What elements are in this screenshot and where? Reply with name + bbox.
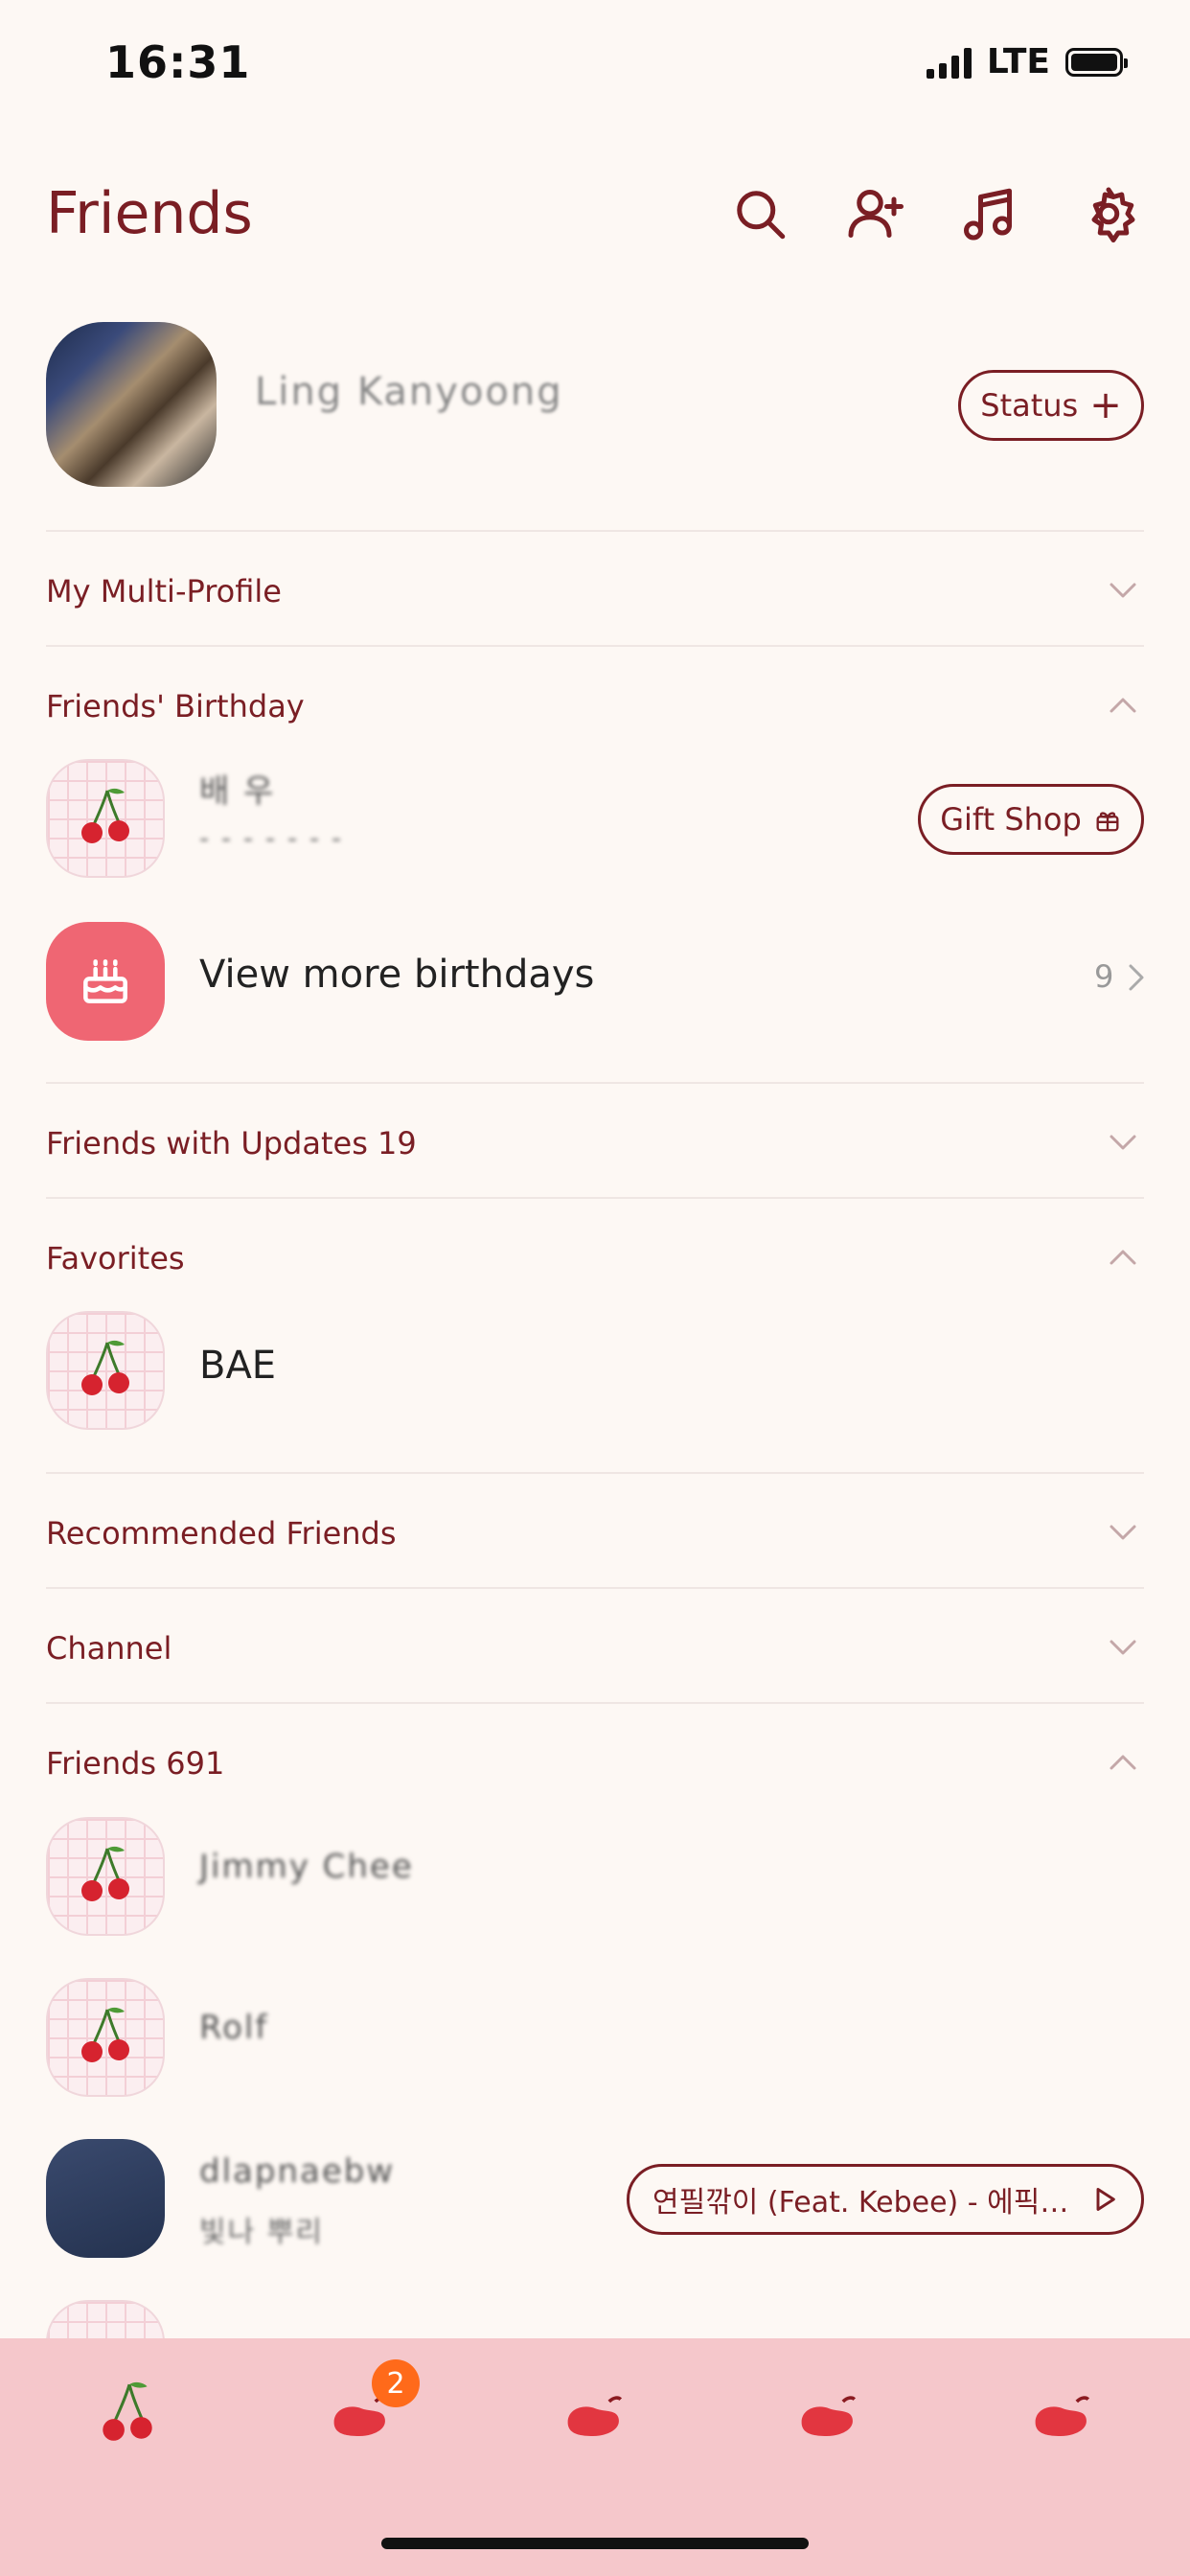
cherry-icon [81, 2007, 129, 2062]
music-icon[interactable] [956, 182, 1019, 245]
favorite-name[interactable]: BAE [199, 1344, 276, 1388]
section-favorites[interactable]: Favorites [46, 1240, 185, 1276]
section-multi-profile[interactable]: My Multi-Profile [46, 573, 282, 610]
settings-gear-icon[interactable] [1077, 182, 1140, 245]
divider [46, 1587, 1144, 1589]
chevron-up-icon[interactable] [1104, 1743, 1142, 1782]
add-friend-icon[interactable] [843, 182, 906, 245]
page-title: Friends [46, 180, 253, 247]
friend-avatar[interactable] [46, 1817, 165, 1936]
search-icon[interactable] [728, 182, 791, 245]
section-updates[interactable]: Friends with Updates 19 [46, 1125, 417, 1162]
gift-icon [1096, 812, 1119, 832]
section-recommended[interactable]: Recommended Friends [46, 1515, 397, 1552]
birthday-cake-icon[interactable] [46, 922, 165, 1041]
divider [46, 530, 1144, 532]
friend-status-message: 빛나 뿌리 [199, 2216, 324, 2249]
my-profile-avatar[interactable] [46, 322, 217, 487]
section-birthday[interactable]: Friends' Birthday [46, 688, 305, 724]
tab-friends-cherry-icon[interactable] [84, 2375, 171, 2451]
friend-avatar[interactable] [46, 1978, 165, 2097]
friend-name[interactable]: Rolf [199, 2009, 268, 2047]
section-friends[interactable]: Friends 691 [46, 1745, 224, 1782]
tab-shopping-icon[interactable] [784, 2375, 870, 2451]
tab-view-icon[interactable] [550, 2375, 636, 2451]
section-channel[interactable]: Channel [46, 1630, 172, 1667]
view-more-birthdays[interactable]: View more birthdays [199, 953, 594, 997]
divider [46, 1472, 1144, 1474]
gift-shop-label: Gift Shop [940, 801, 1082, 838]
divider [46, 1702, 1144, 1704]
chats-badge: 2 [372, 2359, 420, 2407]
chevron-down-icon[interactable] [1104, 571, 1142, 610]
cherry-icon [81, 788, 129, 843]
tab-more-icon[interactable] [1018, 2375, 1104, 2451]
status-button-label: Status [980, 387, 1079, 424]
friend-name[interactable]: dlapnaebw [199, 2152, 395, 2191]
cherry-icon [81, 1846, 129, 1901]
battery-icon [1065, 47, 1128, 77]
plus-icon: + [1089, 383, 1122, 427]
birthday-count: 9 [1094, 958, 1114, 995]
status-indicators: LTE [926, 42, 1128, 81]
birthday-friend-subtitle: - - - - - - - [199, 822, 344, 854]
friend-avatar[interactable] [46, 2139, 165, 2258]
chevron-up-icon[interactable] [1104, 1238, 1142, 1276]
play-icon [1096, 2188, 1115, 2211]
chevron-up-icon[interactable] [1104, 686, 1142, 724]
divider [46, 645, 1144, 647]
status-time: 16:31 [105, 36, 251, 88]
gift-shop-button[interactable]: Gift Shop [918, 784, 1144, 855]
status-button[interactable]: Status + [958, 370, 1144, 441]
cherry-icon [81, 1340, 129, 1395]
music-title: 연필깎이 (Feat. Kebee) - 에픽… [652, 2186, 1069, 2220]
chevron-right-icon[interactable] [1121, 960, 1150, 995]
signal-icon [926, 46, 972, 79]
friend-name[interactable]: Jimmy Chee [199, 1848, 414, 1886]
my-profile-name[interactable]: Ling Kanyoong [255, 370, 563, 414]
divider [46, 1197, 1144, 1199]
friend-avatar[interactable] [46, 759, 165, 878]
birthday-friend-name[interactable]: 배 우 [199, 765, 275, 812]
divider [46, 1082, 1144, 1084]
home-indicator[interactable] [381, 2538, 809, 2549]
chevron-down-icon[interactable] [1104, 1123, 1142, 1162]
profile-music-button[interactable]: 연필깎이 (Feat. Kebee) - 에픽… [627, 2164, 1144, 2235]
chevron-down-icon[interactable] [1104, 1513, 1142, 1552]
network-label: LTE [986, 42, 1050, 81]
favorite-avatar[interactable] [46, 1311, 165, 1430]
chevron-down-icon[interactable] [1104, 1628, 1142, 1667]
